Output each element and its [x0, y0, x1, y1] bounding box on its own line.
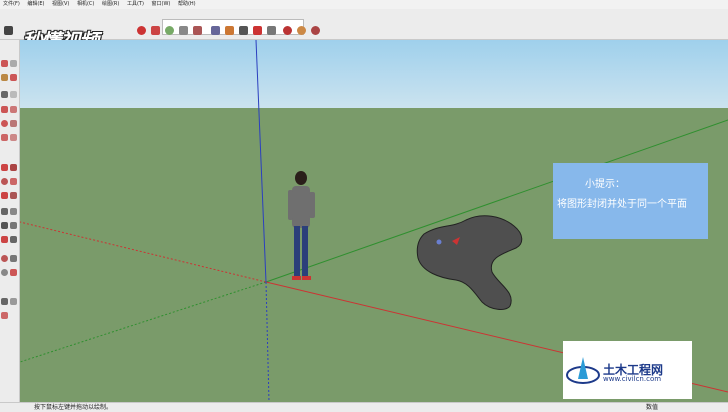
green-axis-dashed-line [20, 281, 267, 363]
position-camera-icon[interactable] [267, 26, 276, 35]
freehand-icon[interactable] [10, 91, 17, 98]
protractor-icon[interactable] [1, 222, 8, 229]
main-toolbar: 秒懂视频 [0, 9, 728, 53]
eraser-icon[interactable] [10, 74, 17, 81]
pie-icon[interactable] [10, 134, 17, 141]
move-icon[interactable] [1, 164, 8, 171]
building-logo-icon [566, 357, 600, 384]
3d-text-icon[interactable] [10, 236, 17, 243]
zoom-icon[interactable] [165, 26, 174, 35]
walk-tool-icon[interactable] [1, 298, 8, 305]
pan-icon[interactable] [151, 26, 160, 35]
menu-edit[interactable]: 编辑(E) [27, 0, 44, 9]
zoom-tool-icon[interactable] [1, 269, 8, 276]
rectangle-icon[interactable] [1, 106, 8, 113]
scale-figure-person [288, 171, 315, 280]
orbit-icon[interactable] [137, 26, 146, 35]
follow-me-icon[interactable] [10, 178, 17, 185]
rotate-icon[interactable] [1, 178, 8, 185]
arc-icon[interactable] [1, 134, 8, 141]
push-pull-icon[interactable] [10, 164, 17, 171]
axes-icon[interactable] [1, 236, 8, 243]
menu-help[interactable]: 帮助(H) [178, 0, 196, 9]
orbit-tool-icon[interactable] [1, 255, 8, 262]
tip-box: 小提示： 将图形封闭并处于同一个平面 [553, 163, 708, 239]
menu-view[interactable]: 视图(V) [52, 0, 69, 9]
style-1-icon[interactable] [283, 26, 292, 35]
zoom-extents-tool-icon[interactable] [10, 269, 17, 276]
walk-icon[interactable] [225, 26, 234, 35]
section-plane-icon[interactable] [253, 26, 262, 35]
menu-window[interactable]: 窗口(W) [152, 0, 171, 9]
polygon-icon[interactable] [10, 120, 17, 127]
inference-point-marker [436, 239, 442, 245]
red-axis-dashed-line [20, 221, 267, 283]
circle-icon[interactable] [1, 120, 8, 127]
menu-draw[interactable]: 绘图(R) [102, 0, 119, 9]
section-tool-icon[interactable] [1, 312, 8, 319]
style-2-icon[interactable] [297, 26, 306, 35]
paint-icon[interactable] [1, 74, 8, 81]
tip-title: 小提示： [585, 179, 625, 190]
left-toolbar [0, 40, 20, 402]
text-icon[interactable] [10, 222, 17, 229]
drawing-viewport[interactable]: 小提示： 将图形封闭并处于同一个平面 土木工程网 www.civilcn.com [20, 40, 728, 402]
pan-tool-icon[interactable] [10, 255, 17, 262]
component-icon[interactable] [10, 60, 17, 67]
line-icon[interactable] [1, 91, 8, 98]
select-icon[interactable] [1, 60, 8, 67]
scale-icon[interactable] [1, 192, 8, 199]
blue-axis-dashed-line [265, 281, 270, 402]
watermark-url: www.civilcn.com [603, 375, 662, 383]
blue-axis-line [255, 40, 267, 283]
style-3-icon[interactable] [311, 26, 320, 35]
menu-file[interactable]: 文件(F) [3, 0, 20, 9]
watermark-box: 土木工程网 www.civilcn.com [563, 341, 692, 399]
closed-shape-face [416, 215, 523, 310]
menu-camera[interactable]: 相机(C) [77, 0, 94, 9]
zoom-extents-icon[interactable] [193, 26, 202, 35]
menu-bar: 文件(F) 编辑(E) 视图(V) 相机(C) 绘图(R) 工具(T) 窗口(W… [0, 0, 728, 9]
tape-measure-icon[interactable] [1, 208, 8, 215]
select-tool-icon[interactable] [4, 26, 13, 35]
look-around-icon[interactable] [239, 26, 248, 35]
tip-body: 将图形封闭并处于同一个平面 [557, 199, 687, 210]
rotated-rectangle-icon[interactable] [10, 106, 17, 113]
look-tool-icon[interactable] [10, 298, 17, 305]
dimension-icon[interactable] [10, 208, 17, 215]
menu-tools[interactable]: 工具(T) [127, 0, 144, 9]
previous-view-icon[interactable] [211, 26, 220, 35]
offset-icon[interactable] [10, 192, 17, 199]
zoom-window-icon[interactable] [179, 26, 188, 35]
